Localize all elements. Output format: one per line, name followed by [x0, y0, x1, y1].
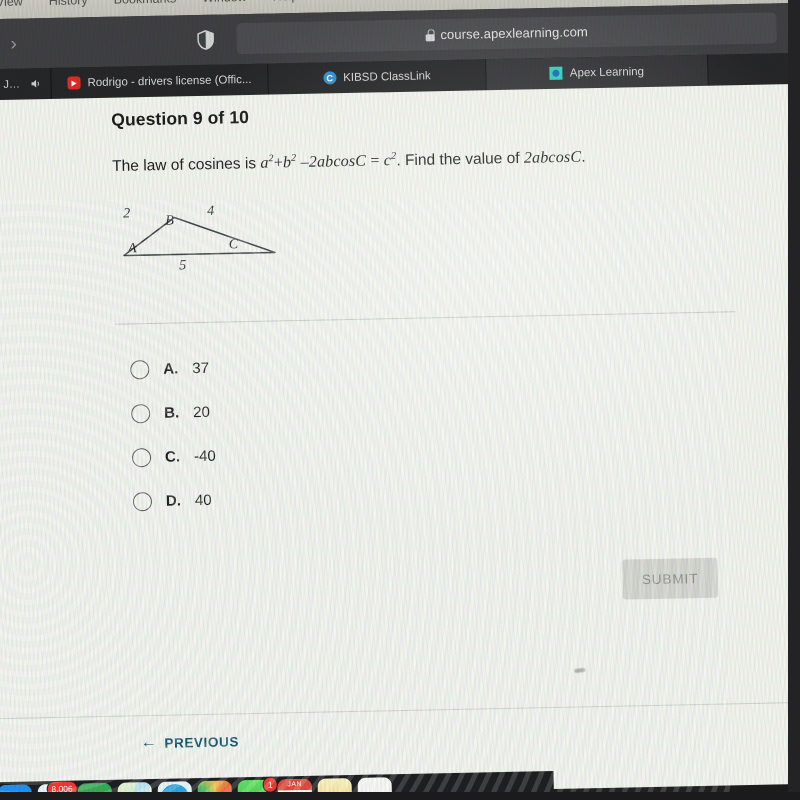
question-target-expression: 2abcosC	[523, 148, 582, 167]
side-label-5: 5	[179, 258, 186, 273]
answer-option-a[interactable]: A. 37	[130, 346, 215, 392]
youtube-favicon	[67, 76, 81, 90]
radio-button-a[interactable]	[130, 359, 150, 379]
tab-kibsd-classlink[interactable]: C KIBSD ClassLink	[268, 59, 487, 95]
side-label-4: 4	[207, 204, 214, 219]
screenshot-root: View History Bookmarks Window Help › cou…	[0, 0, 800, 800]
screen-bezel-bottom	[0, 792, 800, 800]
option-value: 20	[192, 403, 211, 421]
radio-button-b[interactable]	[130, 403, 151, 423]
option-letter: D.	[165, 491, 182, 510]
question-intro: The law of cosines is	[112, 155, 257, 176]
menu-item-history[interactable]: History	[49, 0, 88, 8]
option-value: 37	[192, 359, 210, 377]
option-value: -40	[193, 447, 216, 465]
menu-item-bookmarks[interactable]: Bookmarks	[114, 0, 177, 7]
tab-justice[interactable]: tt - Just...	[0, 67, 52, 101]
answer-option-c[interactable]: C. -40	[131, 434, 217, 480]
option-letter: B.	[163, 403, 180, 422]
shield-icon[interactable]	[196, 30, 214, 50]
question-tail-after: .	[581, 148, 586, 166]
vertex-label-b: B	[165, 213, 174, 228]
footer-divider	[0, 701, 800, 720]
apex-favicon	[549, 66, 563, 80]
classlink-favicon: C	[323, 71, 337, 85]
question-tail-before: . Find the value of	[396, 149, 520, 170]
radio-button-d[interactable]	[132, 491, 153, 511]
answer-option-b[interactable]: B. 20	[130, 390, 216, 436]
menu-item-help[interactable]: Help	[272, 0, 298, 3]
tab-rodrigo-drivers-license[interactable]: Rodrigo - drivers license (Offic...	[51, 63, 269, 99]
left-arrow-icon: ←	[140, 733, 158, 752]
photographed-screen: View History Bookmarks Window Help › cou…	[0, 0, 800, 800]
radio-button-c[interactable]	[131, 447, 152, 467]
answer-option-d[interactable]: D. 40	[132, 478, 217, 524]
screen-smudge	[574, 667, 586, 674]
content-divider	[115, 311, 736, 325]
page-title: Question 9 of 10	[111, 106, 250, 130]
answer-options: A. 37 B. 20 C. -40 D. 40	[130, 346, 217, 524]
speaker-icon[interactable]	[29, 77, 42, 90]
menu-item-window[interactable]: Window	[202, 0, 247, 5]
screen-bezel-right	[788, 0, 800, 800]
law-of-cosines-formula: a2+b2 –2abcosC = c2	[260, 151, 396, 172]
calendar-month-label: JAN	[277, 778, 312, 791]
forward-button[interactable]: ›	[3, 32, 25, 54]
submit-button[interactable]: SUBMIT	[622, 557, 718, 600]
lock-icon	[425, 29, 434, 41]
formula-plus: +	[273, 154, 284, 172]
messages-badge: 1	[262, 776, 278, 793]
previous-button[interactable]: ← PREVIOUS	[141, 733, 239, 751]
previous-label: PREVIOUS	[164, 733, 240, 751]
tab-title: KIBSD ClassLink	[343, 69, 431, 84]
option-letter: C.	[164, 447, 181, 466]
address-bar[interactable]: course.apexlearning.com	[236, 12, 777, 55]
tab-title: tt - Just...	[0, 78, 23, 91]
formula-equals: =	[370, 152, 380, 170]
vertex-label-c: C	[229, 237, 239, 252]
tab-title: Apex Learning	[569, 65, 645, 80]
url-text: course.apexlearning.com	[440, 24, 589, 43]
question-text: The law of cosines is a2+b2 –2abcosC = c…	[112, 143, 732, 178]
option-letter: A.	[163, 359, 179, 378]
page-content: Question 9 of 10 The law of cosines is a…	[0, 83, 800, 800]
tab-title: Rodrigo - drivers license (Offic...	[87, 73, 252, 89]
side-label-2: 2	[123, 206, 130, 221]
vertex-label-a: A	[127, 241, 137, 256]
formula-exp-b: 2	[291, 153, 297, 165]
triangle-diagram: 2 4 5 A B C	[107, 204, 309, 288]
menu-item-view[interactable]: View	[0, 0, 23, 9]
option-value: 40	[194, 491, 212, 509]
tab-apex-learning[interactable]: Apex Learning	[486, 54, 709, 91]
formula-term: 2abcosC	[308, 152, 367, 172]
